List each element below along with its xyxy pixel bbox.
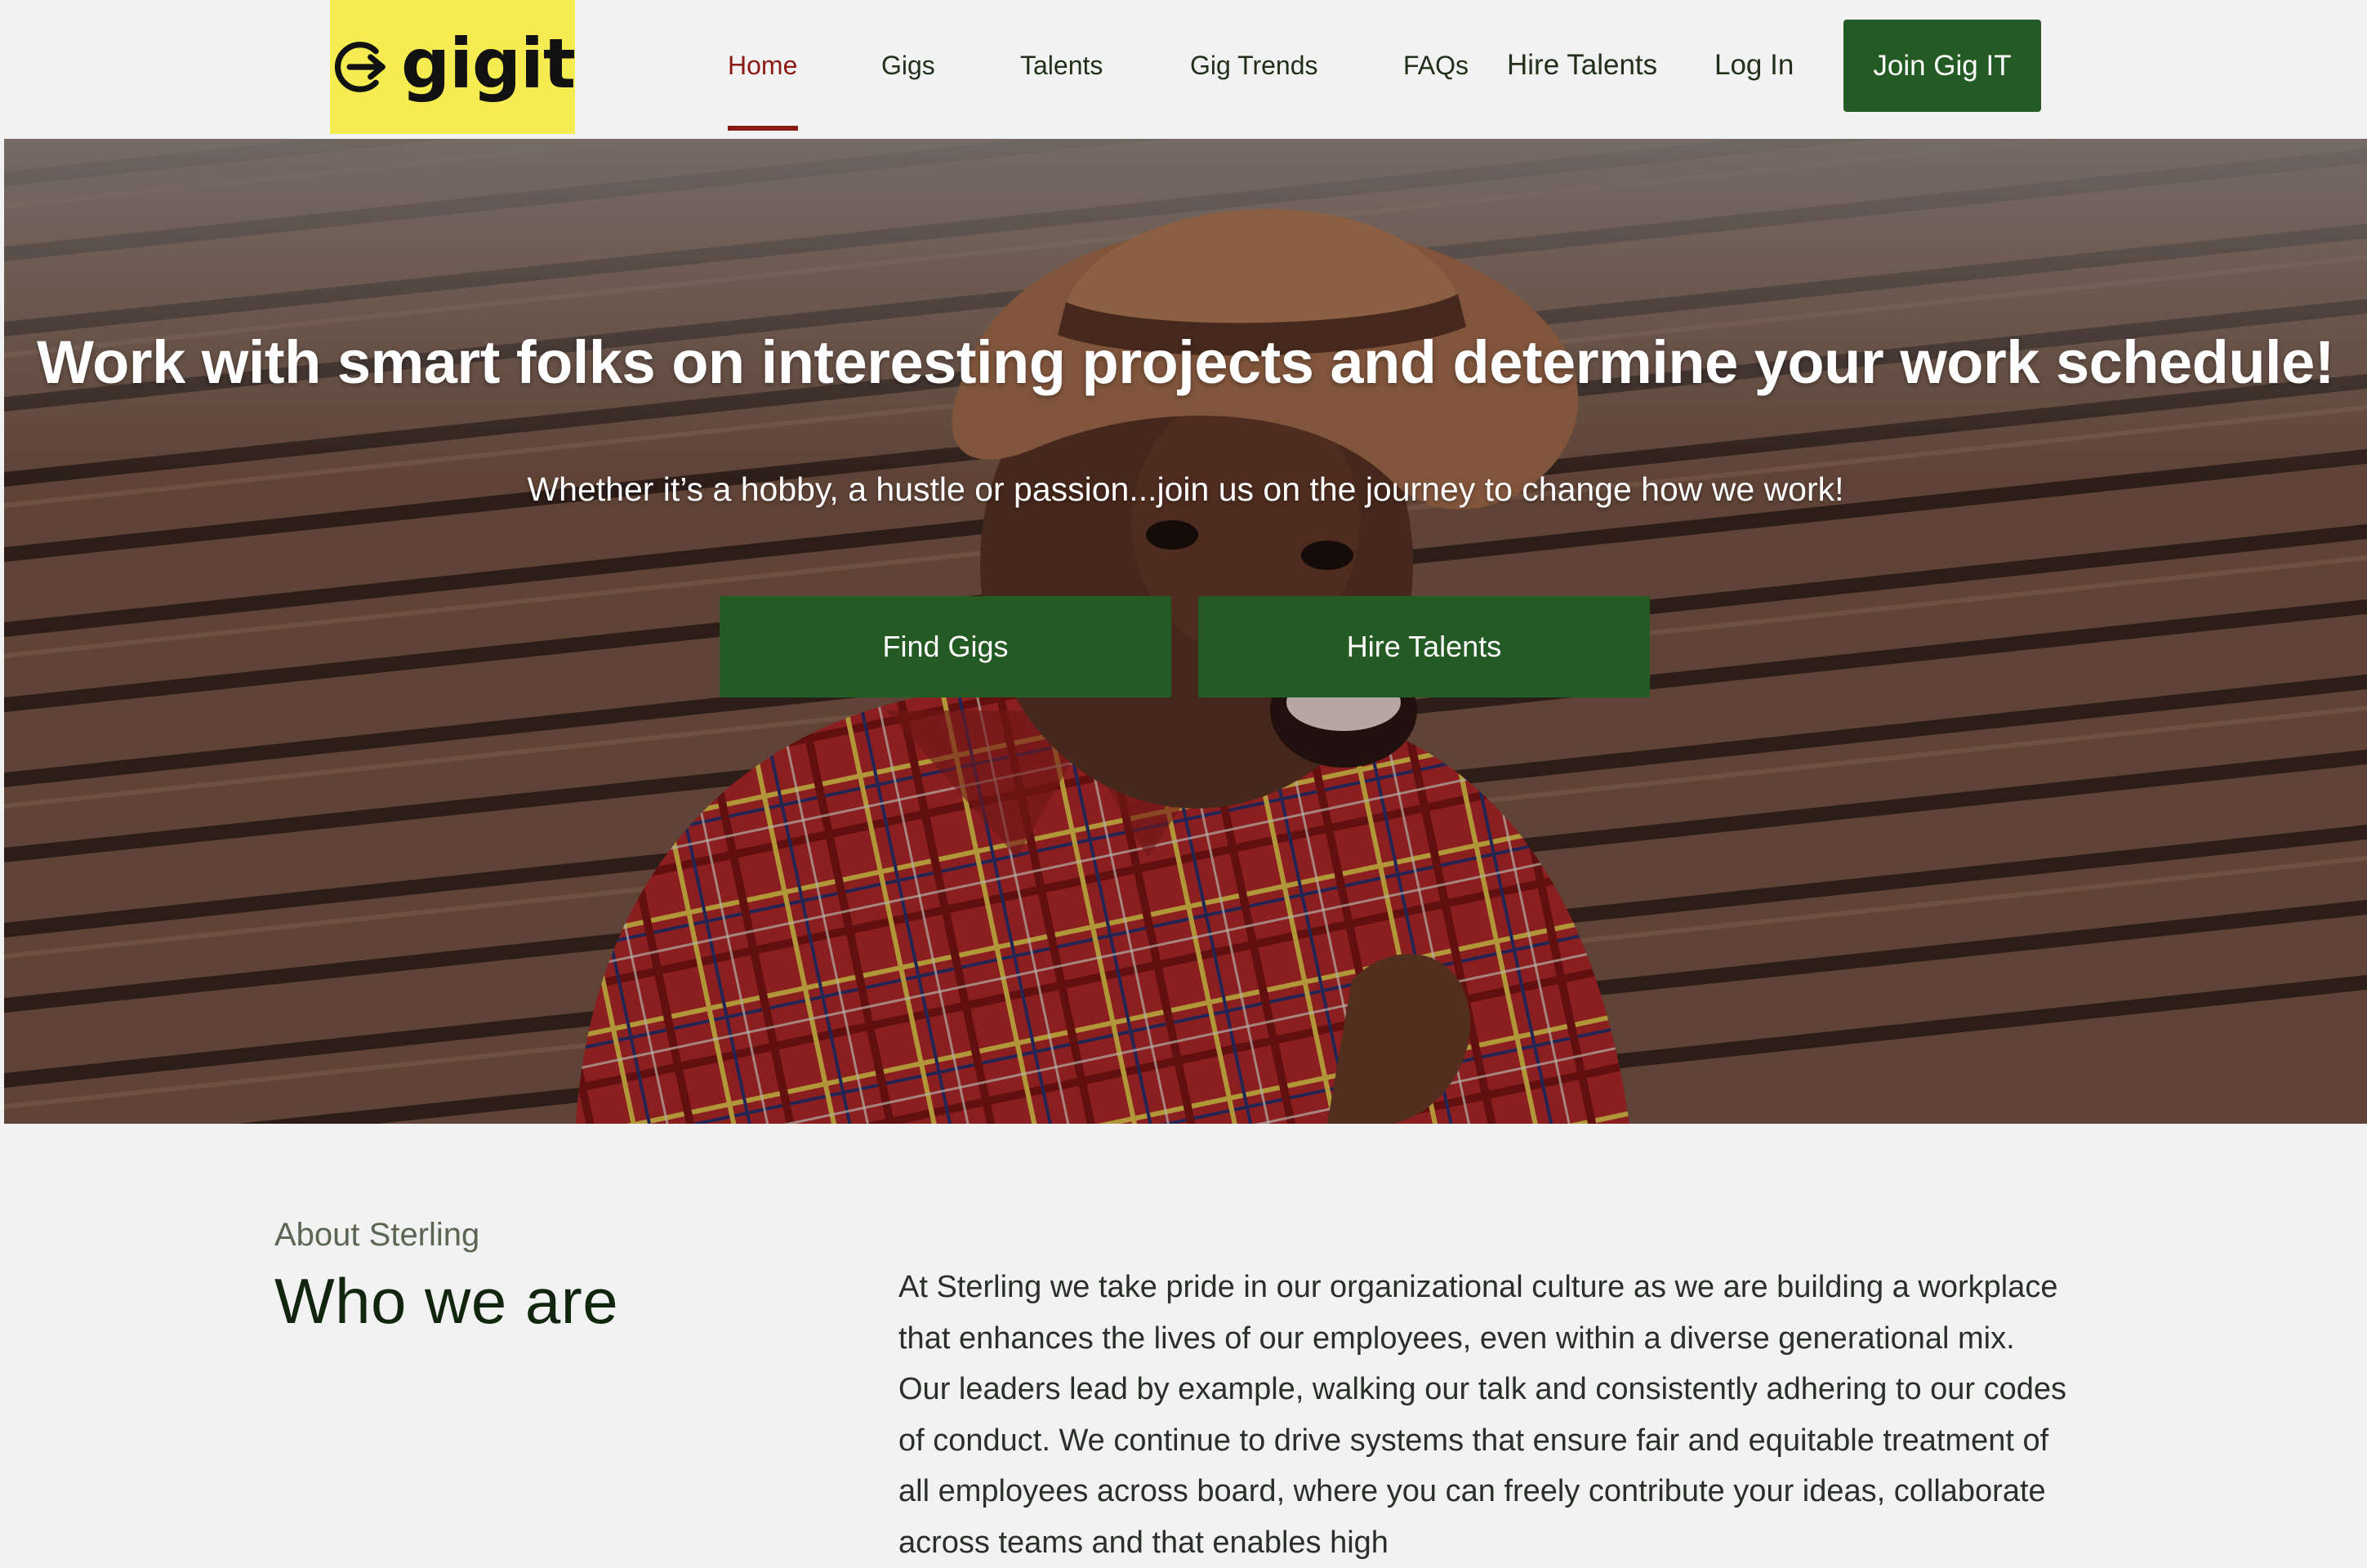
hero-subtitle: Whether it’s a hobby, a hustle or passio… bbox=[527, 470, 1844, 508]
hero-dark-overlay bbox=[4, 139, 2367, 1124]
nav-active-indicator bbox=[728, 126, 798, 131]
logo-wordmark: gigit bbox=[401, 24, 576, 104]
gigit-logo[interactable]: gigit bbox=[330, 0, 576, 134]
hero-banner: Work with smart folks on interesting pro… bbox=[4, 139, 2367, 1124]
nav-gigs[interactable]: Gigs bbox=[881, 41, 935, 90]
find-gigs-button[interactable]: Find Gigs bbox=[720, 596, 1171, 697]
nav-hire-talents[interactable]: Hire Talents bbox=[1507, 41, 1657, 90]
about-eyebrow: About Sterling bbox=[274, 1217, 480, 1253]
hero-title: Work with smart folks on interesting pro… bbox=[37, 328, 2334, 396]
arrow-circle-logo-icon bbox=[334, 42, 386, 92]
site-header: gigit Home Gigs Talents Gig Trends FAQs … bbox=[0, 0, 2367, 139]
hire-talents-button[interactable]: Hire Talents bbox=[1198, 596, 1650, 697]
nav-home[interactable]: Home bbox=[728, 41, 797, 90]
nav-gig-trends[interactable]: Gig Trends bbox=[1190, 41, 1318, 90]
nav-log-in[interactable]: Log In bbox=[1714, 41, 1794, 90]
about-body-text: At Sterling we take pride in our organiz… bbox=[898, 1270, 2067, 1560]
nav-faqs[interactable]: FAQs bbox=[1403, 41, 1469, 90]
about-heading: Who we are bbox=[274, 1265, 619, 1337]
join-gig-it-button[interactable]: Join Gig IT bbox=[1843, 20, 2041, 112]
nav-talents[interactable]: Talents bbox=[1020, 41, 1103, 90]
